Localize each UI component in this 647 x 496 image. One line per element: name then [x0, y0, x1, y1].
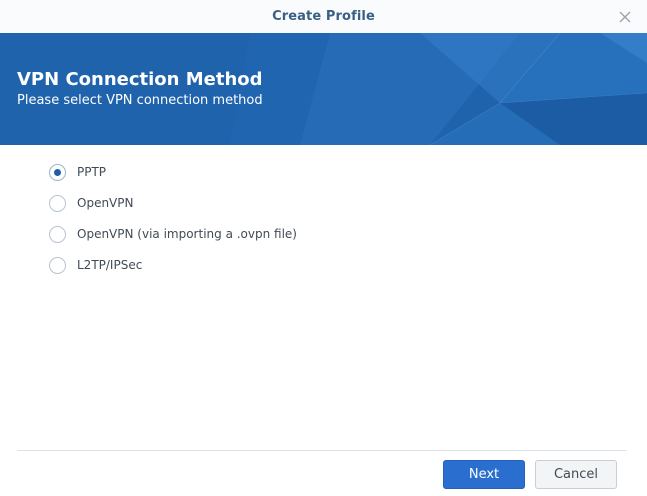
title-bar: Create Profile: [0, 0, 647, 33]
banner-title: VPN Connection Method: [17, 69, 263, 90]
option-l2tp-ipsec[interactable]: L2TP/IPSec: [49, 255, 297, 275]
close-button[interactable]: [615, 7, 635, 27]
radio-openvpn-import[interactable]: [49, 225, 66, 243]
footer-divider: [17, 450, 627, 451]
header-banner: VPN Connection Method Please select VPN …: [0, 33, 647, 145]
option-label-l2tp-ipsec: L2TP/IPSec: [77, 258, 143, 272]
option-openvpn[interactable]: OpenVPN: [49, 193, 297, 213]
close-icon: [619, 11, 631, 23]
option-label-openvpn-import: OpenVPN (via importing a .ovpn file): [77, 227, 297, 241]
option-label-pptp: PPTP: [77, 165, 107, 179]
banner-subtitle: Please select VPN connection method: [17, 93, 263, 108]
radio-l2tp-ipsec[interactable]: [49, 256, 66, 274]
radio-pptp[interactable]: [49, 163, 66, 181]
option-label-openvpn: OpenVPN: [77, 196, 134, 210]
create-profile-dialog: Create Profile VPN Connection Method Ple…: [0, 0, 647, 496]
dialog-title: Create Profile: [272, 9, 375, 24]
next-button[interactable]: Next: [443, 460, 525, 489]
option-openvpn-import[interactable]: OpenVPN (via importing a .ovpn file): [49, 224, 297, 244]
cancel-button[interactable]: Cancel: [535, 460, 617, 489]
vpn-method-options: PPTP OpenVPN OpenVPN (via importing a .o…: [49, 162, 297, 286]
radio-openvpn[interactable]: [49, 194, 66, 212]
option-pptp[interactable]: PPTP: [49, 162, 297, 182]
